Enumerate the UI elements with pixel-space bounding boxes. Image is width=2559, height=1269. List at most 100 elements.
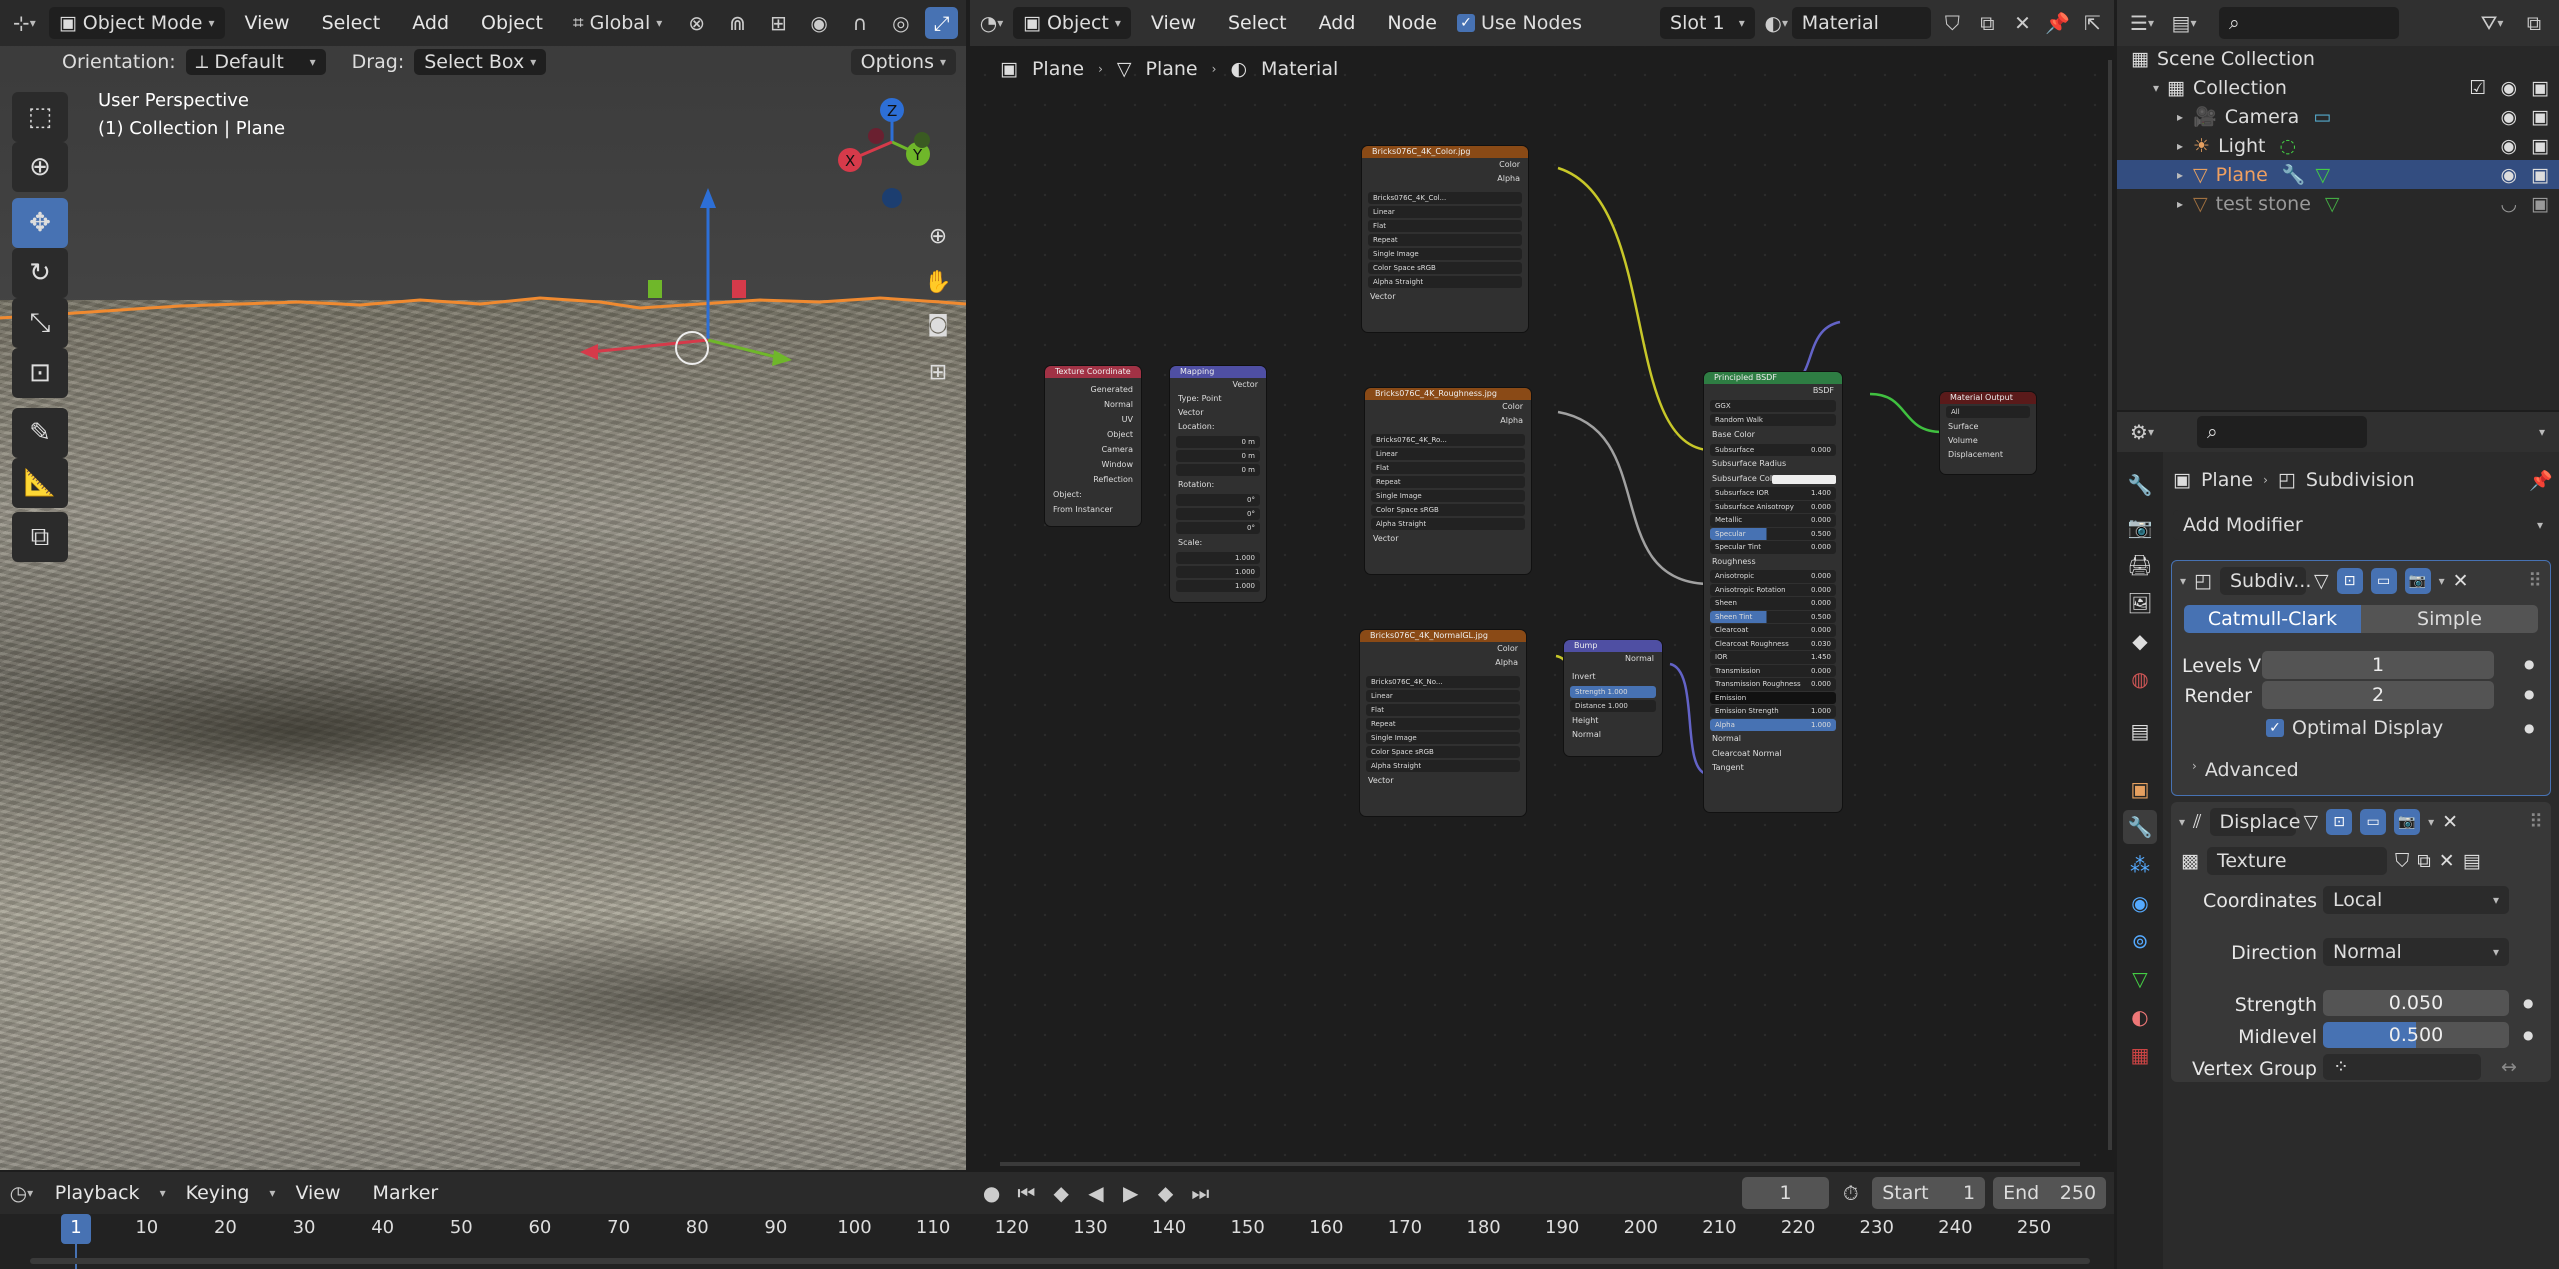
fake-user-shield-icon[interactable]: ⛉ (2395, 850, 2409, 872)
keyframe-dot-icon[interactable]: ● (2524, 657, 2534, 671)
source-dropdown[interactable]: Single Image (1366, 732, 1520, 744)
rotation-y[interactable]: 0° (1176, 508, 1260, 520)
keyframe-dot-icon[interactable]: ● (2523, 996, 2533, 1010)
scale-tool[interactable]: ⤡ (12, 298, 68, 348)
chevron-down-icon[interactable]: ▾ (2539, 425, 2545, 439)
ortho-grid-icon[interactable]: ⊞ (918, 352, 958, 392)
socket-height[interactable]: Height (1564, 714, 1662, 728)
move-tool[interactable]: ✥ (12, 198, 68, 248)
snap-icon[interactable]: ⋒ (721, 7, 754, 39)
end-frame-field[interactable]: End 250 (1993, 1177, 2107, 1209)
extension-dropdown[interactable]: Repeat (1371, 476, 1525, 488)
expand-arrow-icon[interactable]: ▸ (2177, 139, 2183, 153)
modifier-name-field[interactable]: Displace (2209, 808, 2300, 836)
chevron-down-icon[interactable]: ▾ (2439, 574, 2445, 588)
outliner-row-scene-collection[interactable]: ▦ Scene Collection (2117, 44, 2559, 73)
render-tab-icon[interactable]: 📷 (2123, 510, 2157, 544)
transform-orientation-dropdown[interactable]: ⌗ Global ▾ (563, 7, 672, 39)
socket-vector-in[interactable]: Vector (1170, 406, 1266, 420)
image-selector[interactable]: Bricks076C_4K_No... (1366, 676, 1520, 688)
measure-tool[interactable]: 📐 (12, 458, 68, 508)
socket-normal-in[interactable]: Normal (1564, 728, 1662, 742)
alpha-value[interactable]: Straight (1395, 278, 1423, 286)
bsdf-input-row[interactable]: Subsurface 0.000 (1710, 443, 1836, 456)
camera-icon[interactable]: ▣ (2531, 193, 2549, 215)
menu-add[interactable]: Add (400, 12, 461, 34)
advanced-subpanel[interactable]: › Advanced (2192, 759, 2299, 781)
interpolation-dropdown[interactable]: Linear (1371, 448, 1525, 460)
keyframe-dot-icon[interactable]: ● (2524, 721, 2534, 735)
new-collection-icon[interactable]: ⧉ (2517, 7, 2551, 39)
menu-marker[interactable]: Marker (361, 1182, 451, 1204)
socket-color-out[interactable]: Color (1362, 158, 1528, 172)
eye-closed-icon[interactable]: ◡ (2500, 193, 2517, 215)
viewport-display-icon[interactable]: ▭ (2370, 568, 2397, 594)
bsdf-input-row[interactable]: Clearcoat 0.000 (1710, 624, 1836, 637)
alpha-value[interactable]: Straight (1393, 762, 1421, 770)
collapse-arrow-icon[interactable]: ▾ (2179, 815, 2185, 829)
camera-icon[interactable]: ▣ (2531, 106, 2549, 128)
edit-mode-cage-icon[interactable]: ▽ (2304, 811, 2319, 833)
add-cube-tool[interactable]: ⧉ (12, 512, 68, 562)
bsdf-input-row[interactable]: IOR 1.450 (1710, 651, 1836, 664)
add-modifier-dropdown[interactable]: Add Modifier ▾ (2173, 510, 2553, 540)
projection-dropdown[interactable]: Flat (1368, 220, 1522, 232)
image-selector[interactable]: Bricks076C_4K_Col... (1368, 192, 1522, 204)
snap-target-icon[interactable]: ⊞ (762, 7, 795, 39)
falloff-icon[interactable]: ∩ (844, 7, 877, 39)
3d-viewport[interactable]: ⊹ ▾ ▣ Object Mode ▾ View Select Add Object … (0, 0, 966, 1170)
color-swatch[interactable] (1772, 474, 1836, 484)
pivot-icon[interactable]: ⊗ (680, 7, 713, 39)
scene-tab-icon[interactable]: ◆ (2123, 624, 2157, 658)
socket-camera[interactable]: Camera (1045, 442, 1141, 457)
menu-view[interactable]: View (233, 12, 302, 34)
output-tab-icon[interactable]: 🖨 (2123, 548, 2157, 582)
interpolation-dropdown[interactable]: Linear (1368, 206, 1522, 218)
outliner-search-input[interactable]: ⌕ (2219, 7, 2399, 39)
expand-arrow-icon[interactable]: ▸ (2177, 168, 2183, 182)
bsdf-input-row[interactable]: Sheen 0.000 (1710, 597, 1836, 610)
from-instancer-checkbox[interactable]: From Instancer (1045, 502, 1141, 517)
terrain-mesh[interactable] (0, 300, 966, 1170)
texture-selector[interactable]: ▩ Texture ⛉ ⧉ ✕ ▤ (2181, 846, 2543, 876)
alpha-value[interactable]: Straight (1398, 520, 1426, 528)
eye-icon[interactable]: ◉ (2500, 106, 2517, 128)
image-selector[interactable]: Bricks076C_4K_Ro... (1371, 434, 1525, 446)
levels-viewport-field[interactable]: 1 (2262, 651, 2494, 679)
bsdf-input-row[interactable]: Normal (1704, 732, 1842, 747)
eye-icon[interactable]: ◉ (2500, 77, 2517, 99)
constraints-tab-icon[interactable]: ⊚ (2123, 924, 2157, 958)
simple-button[interactable]: Simple (2361, 605, 2538, 633)
bsdf-input-row[interactable]: Subsurface Radius (1704, 457, 1842, 472)
remove-modifier-x-icon[interactable]: ✕ (2453, 570, 2469, 592)
stopwatch-icon[interactable]: ⏱ (1837, 1177, 1864, 1209)
unlink-x-icon[interactable]: ✕ (2439, 850, 2455, 872)
menu-object[interactable]: Object (469, 12, 555, 34)
properties-editor[interactable]: ⚙ ▾ ⌕ ▾ 🔧 📷 🖨 🖼 ◆ ◍ ▤ ▣ 🔧 ⁂ ◉ ⊚ ▽ ◐ ▦ ▣ Pl… (2117, 412, 2559, 1269)
location-z[interactable]: 0 m (1176, 464, 1260, 476)
socket-uv[interactable]: UV (1045, 412, 1141, 427)
record-icon[interactable]: ● (978, 1177, 1005, 1209)
next-keyframe-icon[interactable]: ◆ (1152, 1177, 1179, 1209)
chevron-down-icon[interactable]: ▾ (2428, 815, 2434, 829)
outliner-row-collection[interactable]: ▾ ▦ Collection ☑ ◉ ▣ (2117, 73, 2559, 102)
jump-end-icon[interactable]: ⏭ (1187, 1177, 1214, 1209)
extension-dropdown[interactable]: Repeat (1366, 718, 1520, 730)
node-principled-bsdf[interactable]: Principled BSDF BSDF GGX Random Walk Bas… (1704, 372, 1842, 812)
colorspace-value[interactable]: sRGB (1417, 264, 1436, 272)
node-material-output[interactable]: Material Output All Surface Volume Displ… (1940, 392, 2036, 474)
camera-icon[interactable]: ▣ (2531, 135, 2549, 157)
mode-dropdown[interactable]: ▣ Object Mode ▾ (48, 7, 225, 39)
keyframe-dot-icon[interactable]: ● (2523, 1028, 2533, 1042)
expand-arrow-icon[interactable]: ▸ (2177, 110, 2183, 124)
colorspace-value[interactable]: sRGB (1415, 748, 1434, 756)
bsdf-input-row[interactable]: Sheen Tint 0.500 (1710, 610, 1836, 623)
annotate-tool[interactable]: ✎ (12, 408, 68, 458)
editor-type-icon[interactable]: ⊹ ▾ (8, 7, 41, 39)
node-color-texture[interactable]: Bricks076C_4K_Color.jpg Color Alpha Bric… (1362, 146, 1528, 332)
outliner-row-plane[interactable]: ▸ ▽ Plane 🔧 ▽ ◉ ▣ (2117, 160, 2559, 189)
distribution-dropdown[interactable]: GGX (1710, 400, 1836, 412)
options-dropdown[interactable]: Options ▾ (850, 49, 956, 75)
node-mapping[interactable]: Mapping Vector Type: Point Vector Locati… (1170, 366, 1266, 602)
outliner[interactable]: ☰ ▾ ▤ ▾ ⌕ ⛛ ▾ ⧉ ▦ Scene Collection ▾ ▦ Collect… (2117, 0, 2559, 410)
